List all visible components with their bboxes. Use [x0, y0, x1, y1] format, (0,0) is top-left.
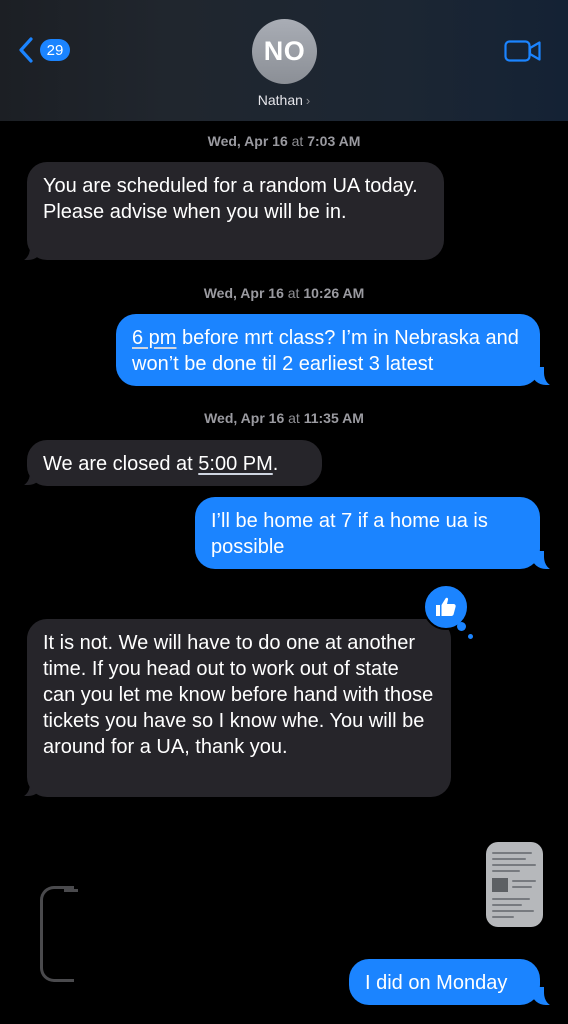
- outgoing-message[interactable]: 6 pm before mrt class? I’m in Nebraska a…: [116, 314, 540, 386]
- chevron-right-icon: ›: [305, 92, 311, 108]
- contact-avatar[interactable]: NO: [252, 19, 317, 84]
- message-text: It is not. We will have to do one at ano…: [43, 632, 434, 758]
- document-thumbnail[interactable]: [486, 842, 543, 927]
- tapback-tail: [457, 622, 466, 631]
- thumbs-up-icon: [436, 597, 456, 616]
- incoming-message[interactable]: It is not. We will have to do one at ano…: [27, 619, 451, 797]
- message-text: I’ll be home at 7 if a home ua is possib…: [211, 510, 488, 558]
- incoming-message[interactable]: You are scheduled for a random UA today.…: [27, 162, 444, 260]
- back-button[interactable]: 29: [18, 36, 70, 64]
- unread-count-badge: 29: [40, 39, 70, 61]
- message-timestamp: Wed, Apr 16 at 10:26 AM: [203, 285, 365, 301]
- contact-name: Nathan: [257, 92, 303, 108]
- bubble-placeholder-outline: [40, 886, 78, 982]
- message-timestamp: Wed, Apr 16 at 7:03 AM: [207, 133, 361, 149]
- message-text: You are scheduled for a random UA today.…: [43, 175, 418, 223]
- conversation-header: 29 NO Nathan ›: [0, 0, 568, 121]
- incoming-message[interactable]: We are closed at 5:00 PM.: [27, 440, 322, 486]
- facetime-video-button[interactable]: [504, 40, 542, 67]
- tapback-tail: [468, 634, 473, 639]
- chevron-left-icon: [19, 37, 33, 63]
- outgoing-message[interactable]: I’ll be home at 7 if a home ua is possib…: [195, 497, 540, 569]
- outgoing-message[interactable]: I did on Monday: [349, 959, 540, 1005]
- contact-name-button[interactable]: Nathan ›: [0, 92, 568, 108]
- message-text: before mrt class? I’m in Nebraska and wo…: [132, 327, 519, 375]
- message-text: .: [272, 453, 279, 475]
- video-camera-icon: [504, 40, 541, 62]
- date-link[interactable]: 6 pm: [132, 327, 176, 349]
- time-link[interactable]: 5:00 PM: [198, 453, 272, 475]
- message-timestamp: Wed, Apr 16 at 11:35 AM: [204, 410, 364, 426]
- message-text: I did on Monday: [365, 972, 508, 994]
- message-text: We are closed at: [43, 453, 199, 475]
